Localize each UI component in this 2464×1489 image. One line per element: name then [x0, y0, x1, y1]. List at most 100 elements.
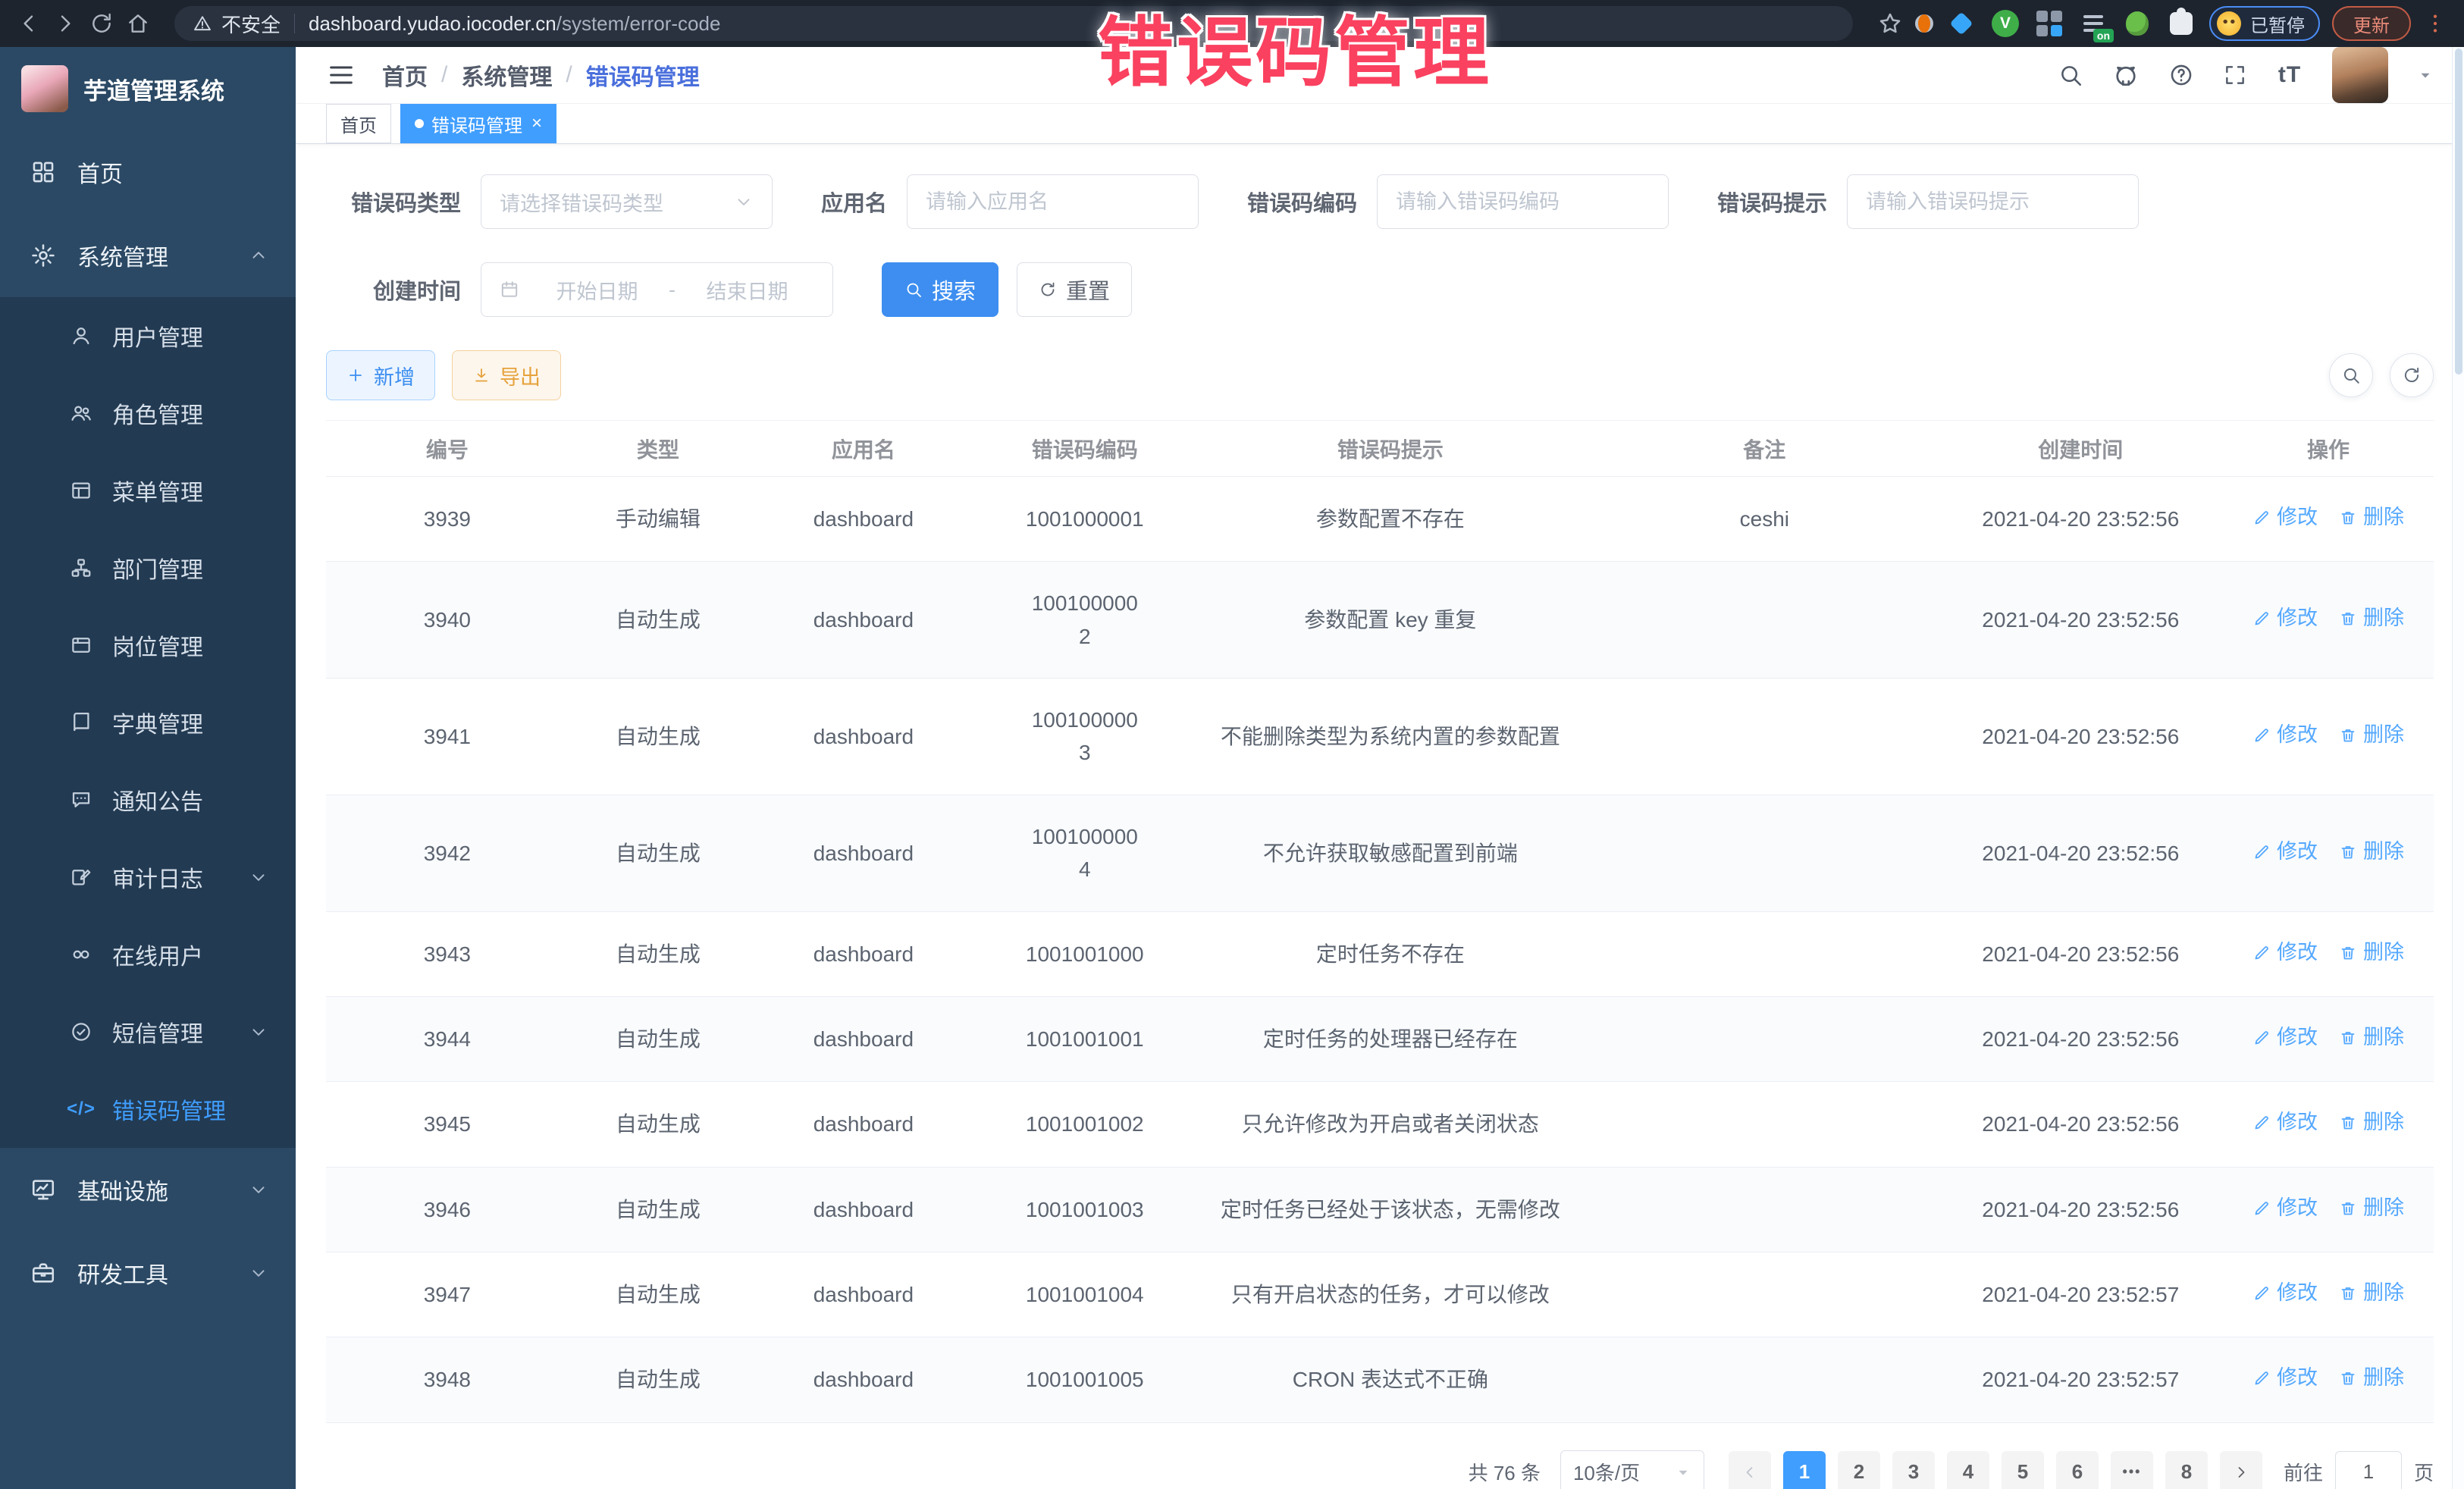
- search-icon[interactable]: [2058, 62, 2083, 88]
- org-tree-icon: [70, 556, 92, 579]
- sidebar-item-infrastructure[interactable]: 基础设施: [0, 1148, 296, 1231]
- breadcrumb-home[interactable]: 首页: [382, 58, 428, 92]
- delete-link[interactable]: 删除: [2339, 1107, 2404, 1139]
- edit-link[interactable]: 修改: [2252, 603, 2318, 635]
- refresh-table-button[interactable]: [2390, 353, 2434, 397]
- sidebar-item-sms[interactable]: 短信管理: [0, 993, 296, 1071]
- sidebar-item-dev-tools[interactable]: 研发工具: [0, 1231, 296, 1315]
- edit-link[interactable]: 修改: [2252, 836, 2318, 868]
- add-button[interactable]: 新增: [326, 350, 435, 400]
- sidebar-item-roles[interactable]: 角色管理: [0, 375, 296, 452]
- more-pages-button[interactable]: •••: [2111, 1451, 2153, 1489]
- green-v-extension-icon[interactable]: V: [1989, 8, 2021, 39]
- edit-link[interactable]: 修改: [2252, 1107, 2318, 1139]
- page-button-8[interactable]: 8: [2165, 1451, 2208, 1489]
- goto-page-input[interactable]: [2335, 1451, 2402, 1489]
- warning-icon: [193, 14, 212, 33]
- sidebar-item-audit-log[interactable]: 审计日志: [0, 839, 296, 916]
- caret-down-icon[interactable]: [2417, 67, 2434, 83]
- sidebar-item-announcements[interactable]: 通知公告: [0, 761, 296, 839]
- delete-link[interactable]: 删除: [2339, 719, 2404, 751]
- edit-link[interactable]: 修改: [2252, 1193, 2318, 1224]
- reload-icon[interactable]: [89, 11, 114, 36]
- fontsize-icon[interactable]: tT: [2276, 61, 2303, 89]
- list-on-extension-icon[interactable]: on: [2077, 8, 2109, 39]
- user-avatar[interactable]: [2332, 47, 2388, 103]
- tree-table-icon: [70, 479, 92, 502]
- sidebar-item-error-codes[interactable]: </>错误码管理: [0, 1071, 296, 1148]
- sidebar-item-dictionary[interactable]: 字典管理: [0, 684, 296, 761]
- cell-remark: [1591, 1167, 1939, 1252]
- security-label[interactable]: 不安全: [221, 10, 281, 38]
- sidebar-item-system[interactable]: 系统管理: [0, 214, 296, 297]
- error-code-input[interactable]: [1396, 190, 1650, 214]
- green-sprout-extension-icon[interactable]: [2121, 8, 2153, 39]
- sidebar-item-users[interactable]: 用户管理: [0, 297, 296, 375]
- blue-gem-extension-icon[interactable]: [1945, 8, 1977, 39]
- error-code-table: 编号 类型 应用名 错误码编码 错误码提示 备注 创建时间 操作 3939手动编…: [326, 420, 2434, 1423]
- page-button-4[interactable]: 4: [1947, 1451, 1989, 1489]
- browser-update-button[interactable]: 更新: [2332, 6, 2411, 41]
- star-icon[interactable]: [1877, 11, 1903, 36]
- page-button-2[interactable]: 2: [1838, 1451, 1880, 1489]
- fullscreen-icon[interactable]: [2223, 63, 2247, 87]
- page-button-5[interactable]: 5: [2002, 1451, 2044, 1489]
- question-icon[interactable]: [2168, 62, 2194, 88]
- profile-chip[interactable]: 已暂停: [2209, 6, 2320, 41]
- orange-ring-extension-icon[interactable]: [1915, 14, 1933, 33]
- tag-home[interactable]: 首页: [326, 104, 391, 143]
- puzzle-extension-icon[interactable]: [2165, 8, 2197, 39]
- sidebar-item-departments[interactable]: 部门管理: [0, 529, 296, 607]
- reset-button[interactable]: 重置: [1017, 262, 1132, 317]
- sidebar-item-posts[interactable]: 岗位管理: [0, 607, 296, 684]
- sidebar-item-menus[interactable]: 菜单管理: [0, 452, 296, 529]
- delete-link[interactable]: 删除: [2339, 502, 2404, 534]
- scrollbar[interactable]: [2452, 47, 2464, 1489]
- app-logo-row[interactable]: 芋道管理系统: [0, 47, 296, 130]
- export-button[interactable]: 导出: [452, 350, 561, 400]
- delete-link[interactable]: 删除: [2339, 1277, 2404, 1309]
- delete-link[interactable]: 删除: [2339, 1022, 2404, 1054]
- forward-icon[interactable]: [53, 11, 77, 36]
- prev-page-button[interactable]: [1729, 1451, 1771, 1489]
- page-button-3[interactable]: 3: [1892, 1451, 1935, 1489]
- chevron-left-icon: [1741, 1463, 1759, 1481]
- sidebar-item-online-users[interactable]: 在线用户: [0, 916, 296, 993]
- filter-label-code: 错误码编码: [1247, 186, 1357, 218]
- home-icon[interactable]: [126, 11, 150, 36]
- edit-link[interactable]: 修改: [2252, 937, 2318, 969]
- scrollbar-thumb[interactable]: [2455, 49, 2462, 375]
- app-logo: [21, 65, 68, 112]
- grid-extension-icon[interactable]: [2033, 8, 2065, 39]
- date-range-picker[interactable]: 开始日期 - 结束日期: [481, 262, 833, 317]
- edit-link[interactable]: 修改: [2252, 1022, 2318, 1054]
- app-name-input[interactable]: [926, 190, 1180, 214]
- page-button-1[interactable]: 1: [1783, 1451, 1826, 1489]
- hamburger-icon[interactable]: [326, 60, 356, 90]
- delete-link[interactable]: 删除: [2339, 603, 2404, 635]
- delete-link[interactable]: 删除: [2339, 937, 2404, 969]
- sidebar-item-home[interactable]: 首页: [0, 130, 296, 214]
- back-icon[interactable]: [17, 11, 41, 36]
- close-icon[interactable]: ×: [531, 114, 542, 133]
- cell-actions: 修改删除: [2223, 679, 2434, 795]
- error-message-input[interactable]: [1866, 190, 2120, 214]
- dots-vertical-icon[interactable]: [2423, 11, 2447, 36]
- delete-link[interactable]: 删除: [2339, 1193, 2404, 1224]
- edit-link[interactable]: 修改: [2252, 1362, 2318, 1394]
- tag-error-code[interactable]: 错误码管理 ×: [400, 104, 556, 143]
- github-icon[interactable]: [2112, 61, 2140, 89]
- next-page-button[interactable]: [2220, 1451, 2262, 1489]
- search-button[interactable]: 搜索: [882, 262, 998, 317]
- toggle-search-button[interactable]: [2329, 353, 2373, 397]
- delete-link[interactable]: 删除: [2339, 836, 2404, 868]
- edit-link[interactable]: 修改: [2252, 502, 2318, 534]
- page-size-select[interactable]: 10条/页: [1560, 1450, 1704, 1489]
- breadcrumb-system[interactable]: 系统管理: [461, 58, 552, 92]
- edit-link[interactable]: 修改: [2252, 1277, 2318, 1309]
- delete-link[interactable]: 删除: [2339, 1362, 2404, 1394]
- edit-link[interactable]: 修改: [2252, 719, 2318, 751]
- error-type-select[interactable]: 请选择错误码类型: [481, 174, 773, 229]
- page-button-6[interactable]: 6: [2056, 1451, 2099, 1489]
- address-bar[interactable]: 不安全 dashboard.yudao.iocoder.cn/system/er…: [174, 6, 1853, 41]
